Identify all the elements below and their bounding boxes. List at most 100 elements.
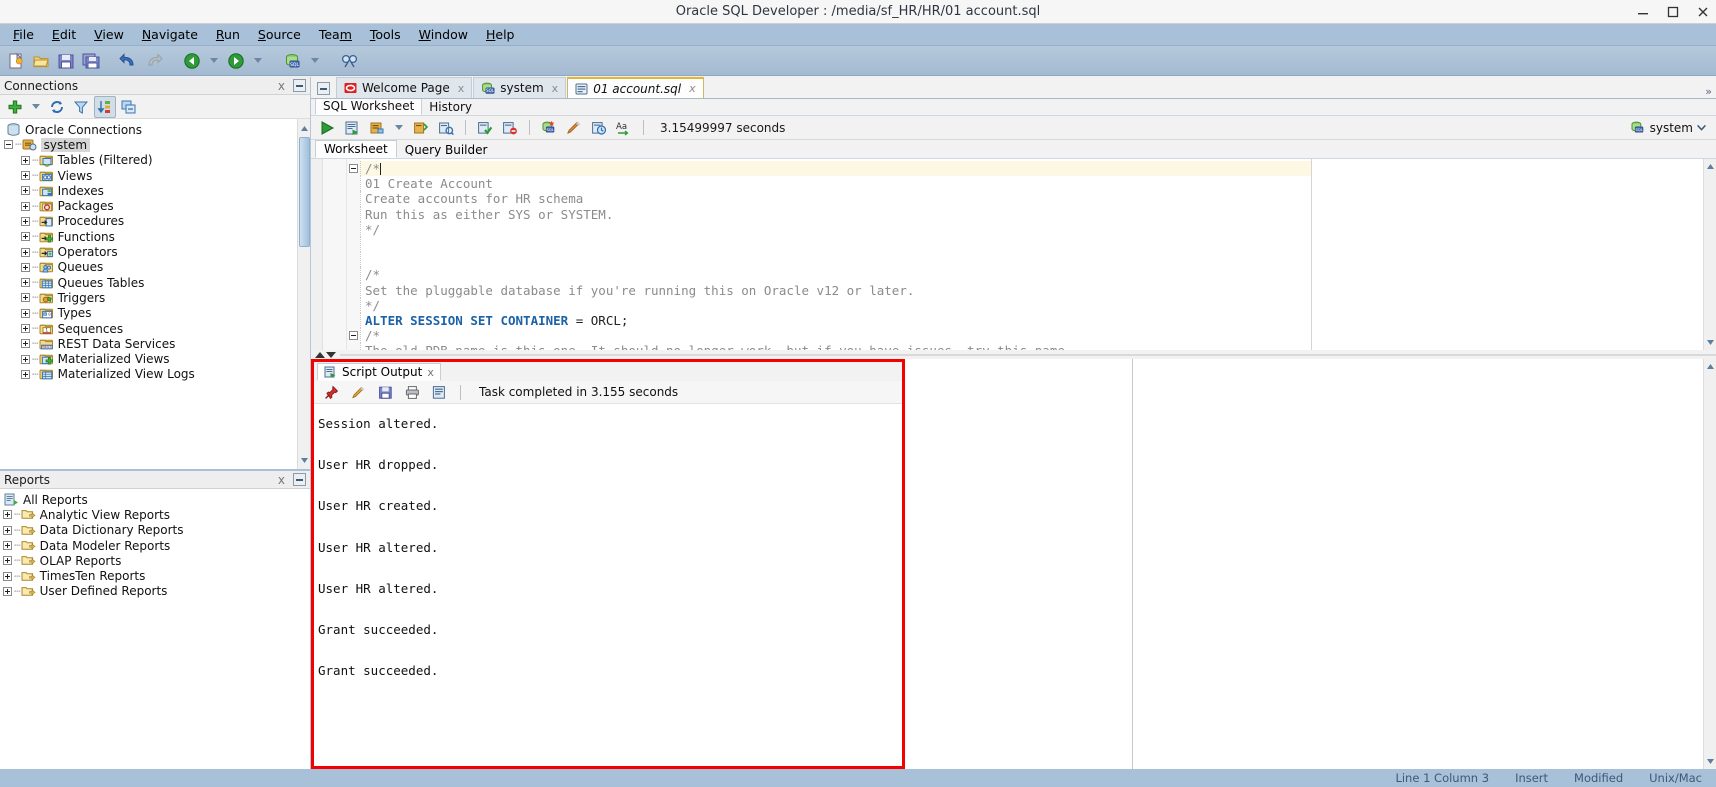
- scroll-up-icon[interactable]: [1705, 160, 1716, 173]
- tab-system-close-icon[interactable]: x: [552, 82, 559, 95]
- tab-welcome-page-close-icon[interactable]: x: [458, 82, 465, 95]
- menu-source[interactable]: Source: [249, 25, 310, 44]
- add-connection-caret-icon[interactable]: [32, 104, 40, 109]
- rollback-icon[interactable]: [499, 117, 521, 139]
- tab-query-builder[interactable]: Query Builder: [397, 142, 496, 158]
- open-folder-icon[interactable]: [30, 50, 52, 72]
- expand-expander-icon[interactable]: [3, 541, 12, 550]
- expand-expander-icon[interactable]: [21, 263, 30, 272]
- report-item-user-defined-reports[interactable]: ┄User Defined Reports: [3, 584, 310, 599]
- tab-sql-worksheet[interactable]: SQL Worksheet: [315, 97, 422, 115]
- editor-minimize-icon[interactable]: [317, 82, 330, 95]
- autotrace-caret-icon[interactable]: [395, 125, 403, 130]
- editor-vertical-scrollbar[interactable]: [1703, 159, 1716, 350]
- tree-item-materialized-views[interactable]: ┄Materialized Views: [4, 351, 310, 366]
- tree-item-procedures[interactable]: ┄Procedures: [4, 214, 310, 229]
- open-in-editor-icon[interactable]: [428, 381, 450, 403]
- tree-item-types[interactable]: ┄A9Types: [4, 306, 310, 321]
- sql-history-icon[interactable]: [435, 117, 457, 139]
- tree-item-operators[interactable]: ┄Operators: [4, 244, 310, 259]
- expand-expander-icon[interactable]: [21, 370, 30, 379]
- menu-view[interactable]: View: [85, 25, 133, 44]
- reports-tree[interactable]: All Reports ┄Analytic View Reports┄Data …: [0, 489, 310, 769]
- editor-output-splitter[interactable]: [311, 350, 1716, 359]
- tree-item-queues-tables[interactable]: ┄Queues Tables: [4, 275, 310, 290]
- tree-root-oracle-connections[interactable]: Oracle Connections: [4, 122, 310, 137]
- menu-run[interactable]: Run: [207, 25, 249, 44]
- scroll-up-icon[interactable]: [299, 121, 310, 135]
- find-icon[interactable]: [339, 50, 361, 72]
- tab-01-account-sql-close-icon[interactable]: x: [689, 82, 696, 95]
- connections-scroll-thumb[interactable]: [299, 137, 310, 247]
- new-connection-icon[interactable]: SQL: [282, 50, 304, 72]
- expand-expander-icon[interactable]: [21, 156, 30, 165]
- report-item-olap-reports[interactable]: ┄OLAP Reports: [3, 553, 310, 568]
- tree-item-queues[interactable]: ┄Queues: [4, 260, 310, 275]
- commit-icon[interactable]: [474, 117, 496, 139]
- undo-icon[interactable]: [118, 50, 140, 72]
- expand-expander-icon[interactable]: [21, 186, 30, 195]
- menu-tools[interactable]: Tools: [361, 25, 410, 44]
- expand-expander-icon[interactable]: [3, 572, 12, 581]
- tab-welcome-page[interactable]: Welcome Page x: [336, 77, 472, 98]
- editor-tabs-overflow-icon[interactable]: »: [1705, 85, 1712, 98]
- close-icon[interactable]: [1696, 5, 1710, 19]
- tab-worksheet[interactable]: Worksheet: [315, 140, 397, 158]
- code-fold-toggle-icon[interactable]: [349, 331, 358, 340]
- back-history-caret-icon[interactable]: [210, 58, 218, 63]
- explain-plan-icon[interactable]: [410, 117, 432, 139]
- connections-minimize-icon[interactable]: [293, 79, 306, 92]
- expand-expander-icon[interactable]: [21, 232, 30, 241]
- report-item-analytic-view-reports[interactable]: ┄Analytic View Reports: [3, 507, 310, 522]
- new-connection-caret-icon[interactable]: [311, 58, 319, 63]
- autotrace-icon[interactable]: [366, 117, 388, 139]
- tree-item-indexes[interactable]: ┄Indexes: [4, 183, 310, 198]
- expand-expander-icon[interactable]: [21, 293, 30, 302]
- format-icon[interactable]: Aa: [613, 117, 635, 139]
- forward-history-caret-icon[interactable]: [254, 58, 262, 63]
- filter-icon[interactable]: [70, 96, 92, 118]
- scroll-down-icon[interactable]: [1705, 336, 1716, 349]
- refresh-icon[interactable]: [46, 96, 68, 118]
- expand-expander-icon[interactable]: [3, 587, 12, 596]
- splitter-down-icon[interactable]: [326, 352, 336, 358]
- tree-connection-system[interactable]: ┄ system: [4, 137, 310, 152]
- code-fold-toggle-icon[interactable]: [349, 164, 358, 173]
- run-script-icon[interactable]: [341, 117, 363, 139]
- script-output-text[interactable]: Session altered. User HR dropped. User H…: [314, 404, 902, 766]
- expand-expander-icon[interactable]: [3, 510, 12, 519]
- expand-expander-icon[interactable]: [21, 339, 30, 348]
- expand-expander-icon[interactable]: [21, 202, 30, 211]
- print-icon[interactable]: [401, 381, 423, 403]
- back-icon[interactable]: [181, 50, 203, 72]
- menu-edit[interactable]: Edit: [43, 25, 85, 44]
- collapse-all-icon[interactable]: [118, 96, 140, 118]
- expand-expander-icon[interactable]: [3, 556, 12, 565]
- expand-expander-icon[interactable]: [21, 355, 30, 364]
- report-item-data-modeler-reports[interactable]: ┄Data Modeler Reports: [3, 538, 310, 553]
- tree-item-sequences[interactable]: ┄1Sequences: [4, 321, 310, 336]
- connection-selector[interactable]: SQL system: [1626, 118, 1710, 137]
- scroll-down-icon[interactable]: [1705, 755, 1716, 768]
- reports-close-icon[interactable]: x: [278, 473, 285, 487]
- report-item-timesten-reports[interactable]: ┄TimesTen Reports: [3, 568, 310, 583]
- unshared-worksheet-icon[interactable]: SQL: [538, 117, 560, 139]
- tab-script-output[interactable]: Script Output x: [317, 363, 441, 381]
- forward-icon[interactable]: [225, 50, 247, 72]
- connections-close-icon[interactable]: x: [278, 79, 285, 93]
- expand-expander-icon[interactable]: [21, 324, 30, 333]
- expand-expander-icon[interactable]: [3, 526, 12, 535]
- menu-navigate[interactable]: Navigate: [133, 25, 207, 44]
- run-statement-icon[interactable]: [316, 117, 338, 139]
- expand-expander-icon[interactable]: [21, 171, 30, 180]
- menu-help[interactable]: Help: [477, 25, 524, 44]
- tab-01-account-sql[interactable]: 01 account.sql x: [567, 77, 703, 98]
- expand-expander-icon[interactable]: [21, 217, 30, 226]
- menu-window[interactable]: Window: [410, 25, 477, 44]
- expand-expander-icon[interactable]: [21, 278, 30, 287]
- maximize-icon[interactable]: [1666, 5, 1680, 19]
- editor-code-text[interactable]: /*01 Create AccountCreate accounts for H…: [360, 159, 1311, 350]
- collapse-expander-icon[interactable]: [4, 140, 13, 149]
- expand-expander-icon[interactable]: [21, 309, 30, 318]
- save-icon[interactable]: [55, 50, 77, 72]
